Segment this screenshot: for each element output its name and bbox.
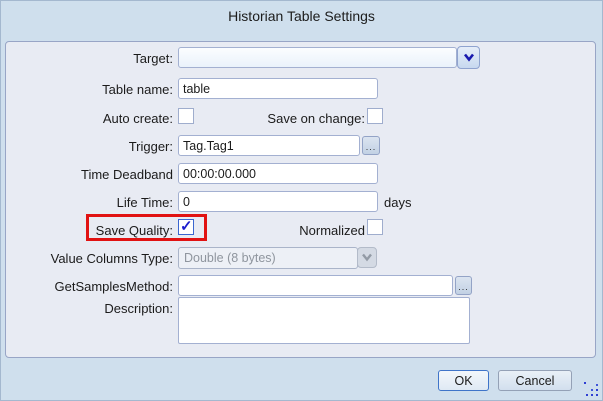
- normalized-label: Normalized: [195, 223, 365, 238]
- get-samples-method-browse-button[interactable]: ...: [455, 276, 472, 295]
- checkmark-icon: ✓: [180, 217, 193, 235]
- time-deadband-label: Time Deadband: [1, 167, 173, 182]
- table-name-input[interactable]: [178, 78, 378, 99]
- description-textarea[interactable]: [178, 297, 470, 344]
- normalized-checkbox[interactable]: [367, 219, 383, 235]
- value-columns-type-dropdown-button: [357, 247, 377, 268]
- target-label: Target:: [1, 51, 173, 66]
- cancel-button[interactable]: Cancel: [498, 370, 572, 391]
- historian-table-settings-dialog: Historian Table Settings Target: Table n…: [0, 0, 603, 401]
- save-quality-label: Save Quality:: [1, 223, 173, 238]
- time-deadband-input[interactable]: [178, 163, 378, 184]
- auto-create-checkbox[interactable]: [178, 108, 194, 124]
- trigger-label: Trigger:: [1, 139, 173, 154]
- trigger-input[interactable]: [178, 135, 360, 156]
- auto-create-label: Auto create:: [1, 111, 173, 126]
- description-label: Description:: [1, 301, 173, 316]
- ok-button[interactable]: OK: [438, 370, 489, 391]
- trigger-browse-button[interactable]: ...: [362, 136, 380, 155]
- save-on-change-checkbox[interactable]: [367, 108, 383, 124]
- value-columns-type-label: Value Columns Type:: [1, 251, 173, 266]
- get-samples-method-label: GetSamplesMethod:: [1, 279, 173, 294]
- table-name-label: Table name:: [1, 82, 173, 97]
- chevron-down-icon: [361, 253, 373, 262]
- value-columns-type-select: Double (8 bytes): [178, 247, 358, 269]
- chevron-down-icon: [463, 53, 475, 62]
- dialog-title: Historian Table Settings: [1, 8, 602, 24]
- target-dropdown-button[interactable]: [457, 46, 480, 69]
- resize-grip[interactable]: [584, 382, 599, 397]
- save-quality-checkbox[interactable]: ✓: [178, 219, 194, 235]
- life-time-input[interactable]: [178, 191, 378, 212]
- life-time-label: Life Time:: [1, 195, 173, 210]
- life-time-days-suffix: days: [384, 195, 411, 210]
- target-input[interactable]: [178, 47, 457, 68]
- get-samples-method-input[interactable]: [178, 275, 453, 296]
- save-on-change-label: Save on change:: [195, 111, 365, 126]
